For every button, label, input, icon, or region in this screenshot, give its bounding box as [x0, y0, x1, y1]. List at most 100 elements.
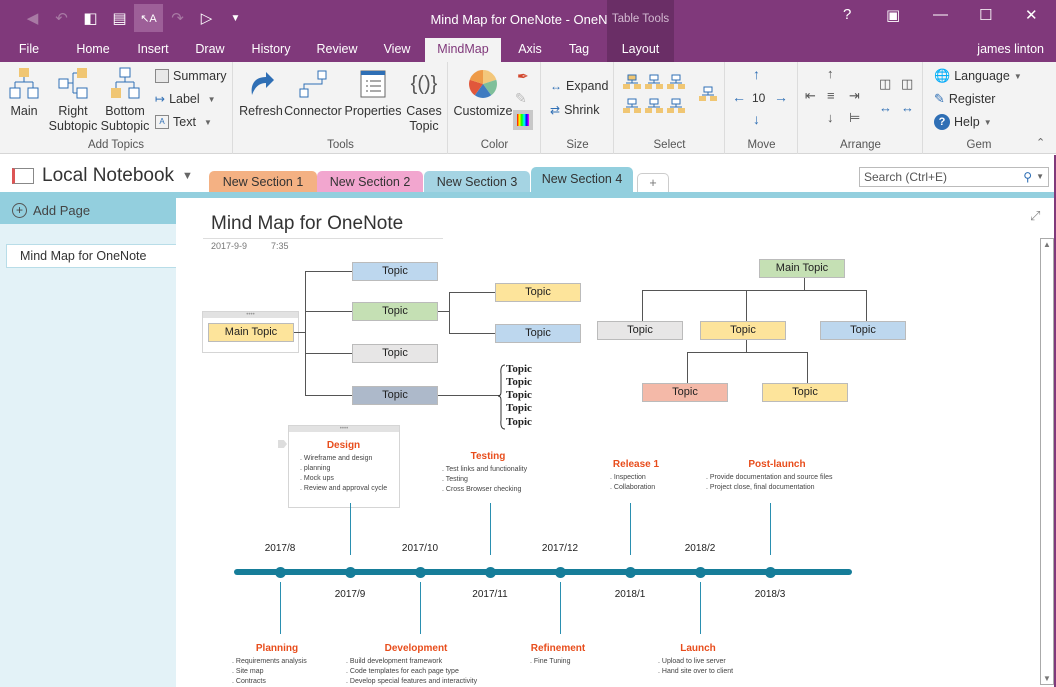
bottom-subtopic-button[interactable]: Bottom Subtopic	[100, 66, 150, 134]
event-title[interactable]: Planning	[232, 643, 322, 654]
event-item[interactable]: . Fine Tuning	[530, 657, 570, 667]
close-button[interactable]: ✕	[1025, 6, 1038, 24]
vertical-scrollbar[interactable]: ▲ ▼	[1040, 238, 1054, 685]
brace-topic[interactable]: Topic	[506, 416, 532, 429]
topic-node[interactable]: Topic	[820, 321, 906, 340]
refresh-button[interactable]: Refresh	[238, 66, 284, 119]
arrange-option-icon[interactable]: ⇥	[849, 88, 860, 104]
select-option-icon[interactable]	[699, 86, 717, 102]
search-input[interactable]: Search (Ctrl+E) ⚲ ▼	[859, 167, 1049, 187]
cases-topic-button[interactable]: {()} Cases Topic	[404, 66, 444, 134]
event-item[interactable]: . Mock ups	[300, 474, 334, 484]
language-button[interactable]: 🌐 Language ▼	[934, 66, 1022, 86]
event-item[interactable]: . Site map	[232, 667, 264, 677]
arrange-option-icon[interactable]: ↔	[901, 100, 914, 115]
eyedropper-icon[interactable]: ✒	[517, 68, 529, 85]
topic-node[interactable]: Topic	[352, 386, 438, 405]
event-item[interactable]: . Upload to live server	[658, 657, 726, 667]
topic-node[interactable]: Topic	[700, 321, 786, 340]
page-item[interactable]: Mind Map for OneNote	[6, 244, 176, 268]
event-title[interactable]: Design	[296, 440, 391, 451]
topic-node[interactable]: Topic	[495, 324, 581, 343]
customize-button[interactable]: Customize	[453, 66, 513, 119]
main-topic-node[interactable]: Main Topic	[208, 323, 294, 342]
page-title[interactable]: Mind Map for OneNote	[211, 213, 403, 235]
search-icon[interactable]: ⚲	[1023, 168, 1032, 186]
select-option-icon[interactable]	[667, 98, 685, 114]
event-item[interactable]: . Code templates for each page type	[346, 667, 459, 677]
topic-node[interactable]: Topic	[352, 302, 438, 321]
select-option-icon[interactable]	[623, 74, 641, 90]
help-menu-button[interactable]: ? Help ▼	[934, 112, 992, 132]
event-item[interactable]: . Collaboration	[610, 483, 655, 493]
section-tab-1[interactable]: New Section 1	[209, 171, 317, 193]
event-item[interactable]: . Provide documentation and source files	[706, 473, 832, 483]
move-down-icon[interactable]: ↓	[753, 111, 760, 127]
tab-file[interactable]: File	[10, 38, 48, 62]
arrange-option-icon[interactable]: ↓	[827, 110, 834, 125]
minimize-button[interactable]: —	[933, 6, 948, 23]
add-page-button[interactable]: + Add Page	[0, 196, 176, 224]
brace-topic[interactable]: Topic	[506, 402, 532, 415]
expand-button[interactable]: ↔ Expand	[550, 76, 608, 96]
topic-node[interactable]: Topic	[762, 383, 848, 402]
main-topic-node[interactable]: Main Topic	[759, 259, 845, 278]
select-option-icon[interactable]	[645, 98, 663, 114]
event-item[interactable]: . Review and approval cycle	[300, 484, 387, 494]
topic-node[interactable]: Topic	[642, 383, 728, 402]
event-item[interactable]: . Test links and functionality	[442, 465, 527, 475]
arrange-option-icon[interactable]: ⊨	[849, 110, 860, 126]
event-item[interactable]: . Contracts	[232, 677, 266, 687]
expand-page-icon[interactable]: ⤢	[1030, 208, 1040, 224]
shrink-button[interactable]: ⇄ Shrink	[550, 100, 600, 120]
topic-node[interactable]: Topic	[352, 344, 438, 363]
label-button[interactable]: ↦ Label ▼	[155, 89, 216, 109]
text-button[interactable]: A Text ▼	[155, 112, 212, 132]
properties-button[interactable]: Properties	[344, 66, 402, 119]
event-item[interactable]: . Inspection	[610, 473, 646, 483]
move-step-value[interactable]: 10	[752, 91, 765, 105]
arrange-option-icon[interactable]: ◫	[901, 76, 913, 92]
scroll-down-icon[interactable]: ▼	[1043, 674, 1051, 683]
event-title[interactable]: Release 1	[606, 459, 666, 470]
container-handle[interactable]: ••••	[289, 426, 399, 432]
event-item[interactable]: . planning	[300, 464, 330, 474]
collapse-ribbon-icon[interactable]: ⌃	[1036, 136, 1045, 149]
select-option-icon[interactable]	[667, 74, 685, 90]
event-item[interactable]: . Testing	[442, 475, 468, 485]
brace-topic[interactable]: Topic	[506, 376, 532, 389]
help-button[interactable]: ?	[843, 6, 851, 23]
container-handle[interactable]: ••••	[203, 312, 298, 318]
event-title[interactable]: Testing	[438, 451, 538, 462]
arrange-option-icon[interactable]: ◫	[879, 76, 891, 92]
event-title[interactable]: Development	[346, 643, 486, 654]
brace-topic[interactable]: Topic	[506, 363, 532, 376]
connector-button[interactable]: Connector	[284, 66, 342, 119]
tab-axis[interactable]: Axis	[510, 38, 550, 62]
section-tab-2[interactable]: New Section 2	[317, 171, 423, 193]
event-item[interactable]: . Hand site over to client	[658, 667, 733, 677]
tab-tag[interactable]: Tag	[560, 38, 598, 62]
tab-view[interactable]: View	[376, 38, 418, 62]
event-title[interactable]: Refinement	[530, 643, 586, 654]
ribbon-display-icon[interactable]: ▣	[886, 6, 900, 24]
brace-topic[interactable]: Topic	[506, 389, 532, 402]
event-item[interactable]: . Develop special features and interacti…	[346, 677, 477, 687]
tab-insert[interactable]: Insert	[130, 38, 176, 62]
section-tab-4[interactable]: New Section 4	[531, 167, 633, 193]
topic-node[interactable]: Topic	[352, 262, 438, 281]
section-tab-3[interactable]: New Section 3	[424, 171, 530, 193]
move-right-icon[interactable]: →	[774, 89, 788, 105]
tab-home[interactable]: Home	[70, 38, 116, 62]
event-title[interactable]: Post-launch	[702, 459, 852, 470]
format-painter-icon[interactable]: ✎	[515, 90, 527, 107]
tab-draw[interactable]: Draw	[188, 38, 232, 62]
notebook-selector[interactable]: Local Notebook ▼	[12, 165, 193, 187]
event-item[interactable]: . Wireframe and design	[300, 454, 372, 464]
move-up-icon[interactable]: ↑	[753, 66, 760, 82]
event-item[interactable]: . Build development framework	[346, 657, 442, 667]
tab-mindmap[interactable]: MindMap	[425, 38, 501, 62]
maximize-button[interactable]: ☐	[979, 6, 992, 24]
register-button[interactable]: ✎ Register	[934, 89, 995, 109]
right-subtopic-button[interactable]: Right Subtopic	[48, 66, 98, 134]
